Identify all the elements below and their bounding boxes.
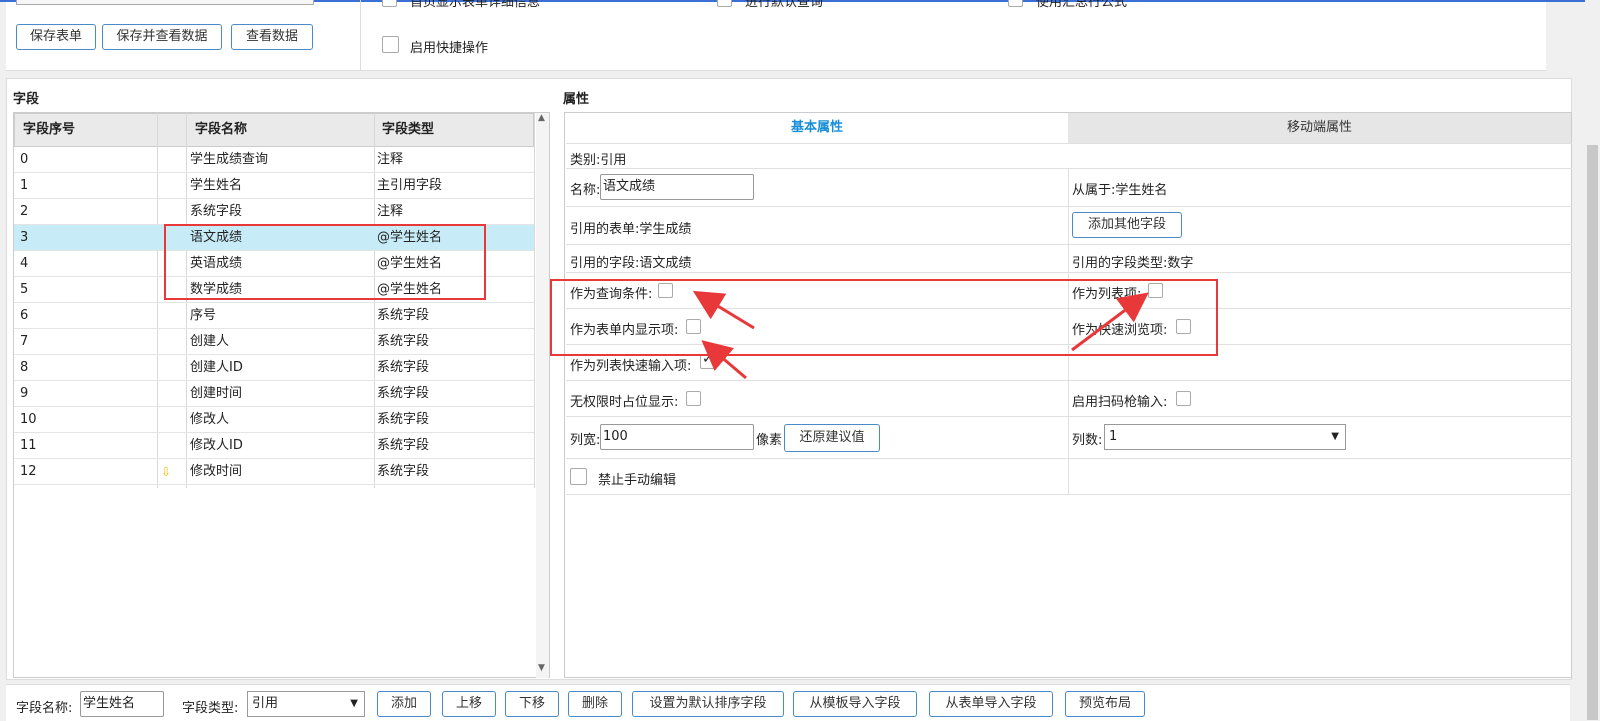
annotation-arrow — [692, 290, 755, 330]
annotation-arrows — [692, 290, 1149, 380]
annotation-arrow — [701, 340, 747, 380]
annotation-arrow — [1071, 292, 1149, 352]
